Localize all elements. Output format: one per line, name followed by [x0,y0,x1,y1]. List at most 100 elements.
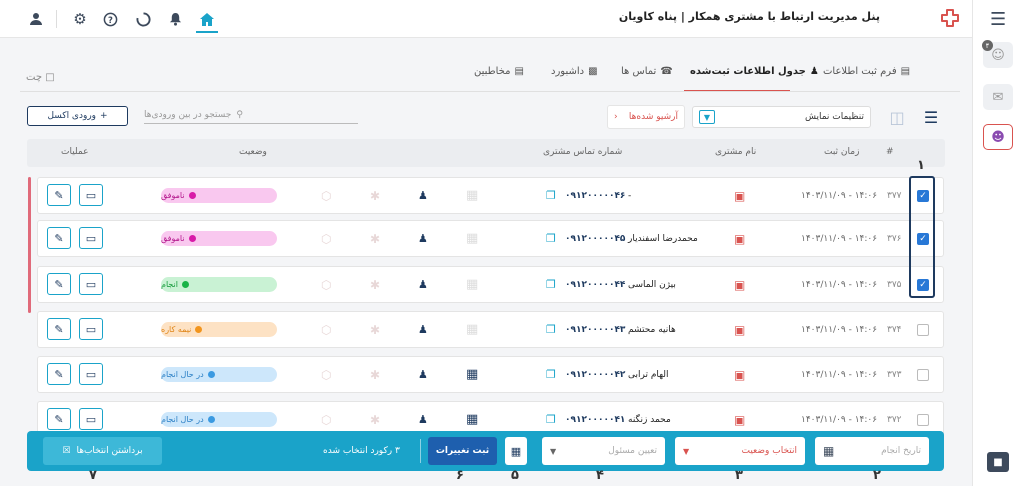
comment-button[interactable]: ▭ [79,318,103,340]
status-badge: انجام [161,277,277,292]
tab-form[interactable]: ▤ فرم ثبت اطلاعات [823,66,910,77]
assign-user-icon[interactable]: ♟ [418,178,428,213]
row-id: ۳۷۵ [887,279,902,290]
row-checkbox[interactable] [917,324,929,336]
contact-card-icon[interactable]: ▣ [734,312,745,347]
status-dot [207,371,215,378]
date-placeholder: تاریخ انجام [881,446,921,456]
status-select[interactable]: انتخاب وضعیت ▼ [675,437,805,465]
edit-button[interactable]: ✎ [47,227,71,249]
annotation-3: ۳ [735,468,743,483]
edit-button[interactable]: ✎ [47,318,71,340]
copy-icon[interactable]: ❐ [546,178,556,213]
gear-icon[interactable]: ⚙ [70,9,90,29]
save-changes-button[interactable]: ثبت تغییرات [428,437,497,465]
alert-icon: ✱ [370,367,381,382]
col-num: # [886,147,894,157]
date-input[interactable]: تاریخ انجام ▦ [815,437,929,465]
annotation-4: ۴ [596,468,604,483]
home-active-indicator [196,31,218,33]
tab-label: جدول اطلاعات ثبت‌شده [690,66,806,77]
archived-button[interactable]: آرشیو شده‌ها ‹ [607,105,685,129]
row-checkbox[interactable] [917,369,929,381]
tab-dashboard[interactable]: ▩ داشبورد [551,66,598,77]
list-view-button[interactable]: ☰ [919,107,943,127]
help-icon[interactable]: ? [100,9,120,29]
edit-button[interactable]: ✎ [47,408,71,430]
tab-contacts[interactable]: ▤ مخاطبین [474,66,524,77]
alert-icon: ✱ [370,231,381,246]
copy-icon[interactable]: ❐ [546,312,556,347]
table-row[interactable]: ✓ ۳۷۵ ۱۴۰۳/۱۱/۰۹ - ۱۴:۰۶ بیژن الماسی ▣ ۰۹۱۲۰۰… [37,266,944,303]
copy-icon[interactable]: ❐ [546,221,556,256]
copy-icon[interactable]: ❐ [546,267,556,302]
chevron-down-icon: ▼ [550,446,557,456]
status-label: انجام [161,280,179,289]
edit-button[interactable]: ✎ [47,273,71,295]
assign-user-icon[interactable]: ♟ [418,267,428,302]
annotation-6: ۶ [456,468,464,483]
comment-button[interactable]: ▭ [79,363,103,385]
tab-calls[interactable]: ☎ تماس ها [621,66,673,77]
tab-table[interactable]: ♟ جدول اطلاعات ثبت‌شده [690,66,819,77]
row-time: ۱۴۰۳/۱۱/۰۹ - ۱۴:۰۶ [801,279,878,290]
loading-icon[interactable] [133,9,153,29]
comment-button[interactable]: ▭ [79,273,103,295]
edit-button[interactable]: ✎ [47,184,71,206]
copy-icon[interactable]: ❐ [546,357,556,392]
bell-icon[interactable] [165,9,185,29]
status-dot [182,281,190,288]
calendar-icon[interactable]: ▦ [466,357,478,392]
search-input[interactable]: ⚲ جستجو در بین ورودی‌ها [144,106,358,124]
grid-view-button[interactable]: ◫ [885,107,909,127]
customer-phone: ۰۹۱۲۰۰۰۰۰۴۴ [565,279,626,290]
rail-app-2[interactable]: ✉ [983,84,1013,110]
row-id: ۳۷۴ [887,324,902,335]
user-icon[interactable] [26,9,46,29]
briefcase-icon[interactable]: ■ [987,452,1009,472]
calendar-icon[interactable]: ▦ [466,267,478,302]
assign-user-icon[interactable]: ♟ [418,221,428,256]
contact-card-icon[interactable]: ▣ [734,221,745,256]
table-row[interactable]: ۳۷۳ ۱۴۰۳/۱۱/۰۹ - ۱۴:۰۶ الهام ترابی ▣ ۰۹۱۲۰۰۰… [37,356,944,393]
comment-button[interactable]: ▭ [79,408,103,430]
customer-phone: ۰۹۱۲۰۰۰۰۰۴۵ [565,233,626,244]
assign-user-icon[interactable]: ♟ [418,357,428,392]
status-badge: در حال انجام [161,412,277,427]
menu-icon[interactable]: ☰ [990,9,1006,30]
col-time: زمان ثبت [824,147,860,157]
plus-icon: + [100,111,108,121]
view-settings-select[interactable]: تنظیمات نمایش ▼ [692,106,871,128]
contact-card-icon[interactable]: ▣ [734,178,745,213]
alert-icon: ✱ [370,322,381,337]
table-row[interactable]: ۳۷۴ ۱۴۰۳/۱۱/۰۹ - ۱۴:۰۶ هانیه محتشم ▣ ۰۹۱۲۰۰۰… [37,311,944,348]
table-row[interactable]: ✓ ۳۷۶ ۱۴۰۳/۱۱/۰۹ - ۱۴:۰۶ محمدرضا اسفندیار ▣ ۰… [37,220,944,257]
calendar-icon[interactable]: ▦ [466,178,478,213]
row-id: ۳۷۶ [887,233,902,244]
contact-card-icon[interactable]: ▣ [734,267,745,302]
assign-user-icon[interactable]: ♟ [418,312,428,347]
rail-app-3[interactable]: ☻ [983,124,1013,150]
owner-select[interactable]: تعیین مسئول ▼ [542,437,665,465]
calendar-icon[interactable]: ▦ [466,221,478,256]
contact-card-icon[interactable]: ▣ [734,357,745,392]
home-icon[interactable] [197,9,217,29]
chat-link[interactable]: چت □ [26,72,55,83]
comment-button[interactable]: ▭ [79,184,103,206]
edit-button[interactable]: ✎ [47,363,71,385]
clear-selection-button[interactable]: برداشتن انتخاب‌ها ☒ [43,437,162,465]
selected-count: ۳ رکورد انتخاب شده [323,446,400,456]
row-id: ۳۷۷ [887,190,902,201]
bulk-action-bar: تاریخ انجام ▦ انتخاب وضعیت ▼ تعیین مسئول… [27,431,944,471]
excel-import-button[interactable]: + ورودی اکسل [27,106,128,126]
row-checkbox[interactable] [917,414,929,426]
comment-button[interactable]: ▭ [79,227,103,249]
calendar-icon[interactable]: ▦ [466,312,478,347]
status-dot [188,192,196,199]
chevron-down-icon: ▼ [683,446,690,456]
status-dot [195,326,203,333]
status-badge: ناموفق [161,231,277,246]
status-label: ناموفق [161,234,185,243]
table-row[interactable]: ✓ ۳۷۷ ۱۴۰۳/۱۱/۰۹ - ۱۴:۰۶- ▣ ۰۹۱۲۰۰۰۰۰۴۶ ❐ ▦ ♟ ✱ ⬡… [37,177,944,214]
excel-export-button[interactable]: ▦ [505,437,527,465]
